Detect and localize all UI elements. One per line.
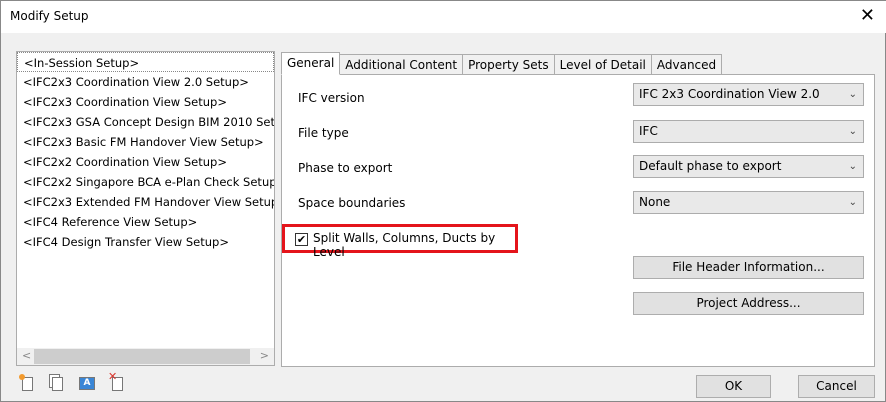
new-setup-icon[interactable] xyxy=(19,374,35,392)
ifc-version-select[interactable]: IFC 2x3 Coordination View 2.0 ⌄ xyxy=(633,83,864,106)
chevron-down-icon: ⌄ xyxy=(848,161,857,172)
space-boundaries-value: None xyxy=(639,195,671,209)
close-icon[interactable]: ✕ xyxy=(860,5,875,26)
title-bar: Modify Setup ✕ xyxy=(1,1,886,33)
file-type-select[interactable]: IFC ⌄ xyxy=(633,120,864,143)
setup-item[interactable]: <IFC2x3 Coordination View Setup> xyxy=(17,92,274,112)
tab-advanced[interactable]: Advanced xyxy=(650,54,723,75)
chevron-down-icon: ⌄ xyxy=(848,126,857,137)
file-type-label: File type xyxy=(298,126,349,140)
setup-item[interactable]: <IFC2x3 Extended FM Handover View Setup> xyxy=(17,192,274,212)
file-type-value: IFC xyxy=(639,124,658,138)
file-header-button[interactable]: File Header Information... xyxy=(633,256,864,279)
tab-property-sets[interactable]: Property Sets xyxy=(462,54,555,75)
setup-item[interactable]: <IFC4 Design Transfer View Setup> xyxy=(17,232,274,252)
setup-item[interactable]: <IFC4 Reference View Setup> xyxy=(17,212,274,232)
setup-item[interactable]: <In-Session Setup> xyxy=(17,52,274,72)
ifc-version-value: IFC 2x3 Coordination View 2.0 xyxy=(639,87,820,101)
dialog-title: Modify Setup xyxy=(10,9,89,23)
ifc-version-label: IFC version xyxy=(298,91,365,105)
chevron-down-icon: ⌄ xyxy=(848,89,857,100)
phase-select[interactable]: Default phase to export ⌄ xyxy=(633,155,864,178)
tab-level-of-detail[interactable]: Level of Detail xyxy=(553,54,652,75)
horizontal-scrollbar[interactable]: < > xyxy=(17,348,274,365)
phase-label: Phase to export xyxy=(298,161,393,175)
setup-list[interactable]: <In-Session Setup> <IFC2x3 Coordination … xyxy=(16,51,275,366)
space-boundaries-select[interactable]: None ⌄ xyxy=(633,191,864,214)
project-address-button[interactable]: Project Address... xyxy=(633,292,864,315)
setup-item[interactable]: <IFC2x2 Coordination View Setup> xyxy=(17,152,274,172)
general-panel: IFC version IFC 2x3 Coordination View 2.… xyxy=(281,74,875,367)
duplicate-setup-icon[interactable] xyxy=(49,374,65,392)
scrollbar-thumb[interactable] xyxy=(34,349,250,364)
setup-item[interactable]: <IFC2x2 Singapore BCA e-Plan Check Setup… xyxy=(17,172,274,192)
scroll-left-icon[interactable]: < xyxy=(22,349,31,362)
setup-item[interactable]: <IFC2x3 GSA Concept Design BIM 2010 Setu… xyxy=(17,112,274,132)
rename-setup-icon[interactable]: A xyxy=(79,374,95,392)
setup-item[interactable]: <IFC2x3 Basic FM Handover View Setup> xyxy=(17,132,274,152)
tab-additional-content[interactable]: Additional Content xyxy=(339,54,464,75)
phase-value: Default phase to export xyxy=(639,159,782,173)
delete-setup-icon[interactable]: ✕ xyxy=(108,370,125,392)
split-checkbox-label[interactable]: Split Walls, Columns, Ducts by Level xyxy=(313,231,515,259)
scroll-right-icon[interactable]: > xyxy=(260,349,269,362)
modify-setup-dialog: Modify Setup ✕ <In-Session Setup> <IFC2x… xyxy=(0,0,886,402)
highlight-box: ✔ Split Walls, Columns, Ducts by Level xyxy=(282,224,518,259)
chevron-down-icon: ⌄ xyxy=(848,197,857,208)
split-checkbox[interactable]: ✔ xyxy=(295,233,308,246)
tab-general[interactable]: General xyxy=(281,52,341,75)
space-boundaries-label: Space boundaries xyxy=(298,196,406,210)
cancel-button[interactable]: Cancel xyxy=(798,375,875,398)
ok-button[interactable]: OK xyxy=(696,375,771,398)
setup-item[interactable]: <IFC2x3 Coordination View 2.0 Setup> xyxy=(17,72,274,92)
